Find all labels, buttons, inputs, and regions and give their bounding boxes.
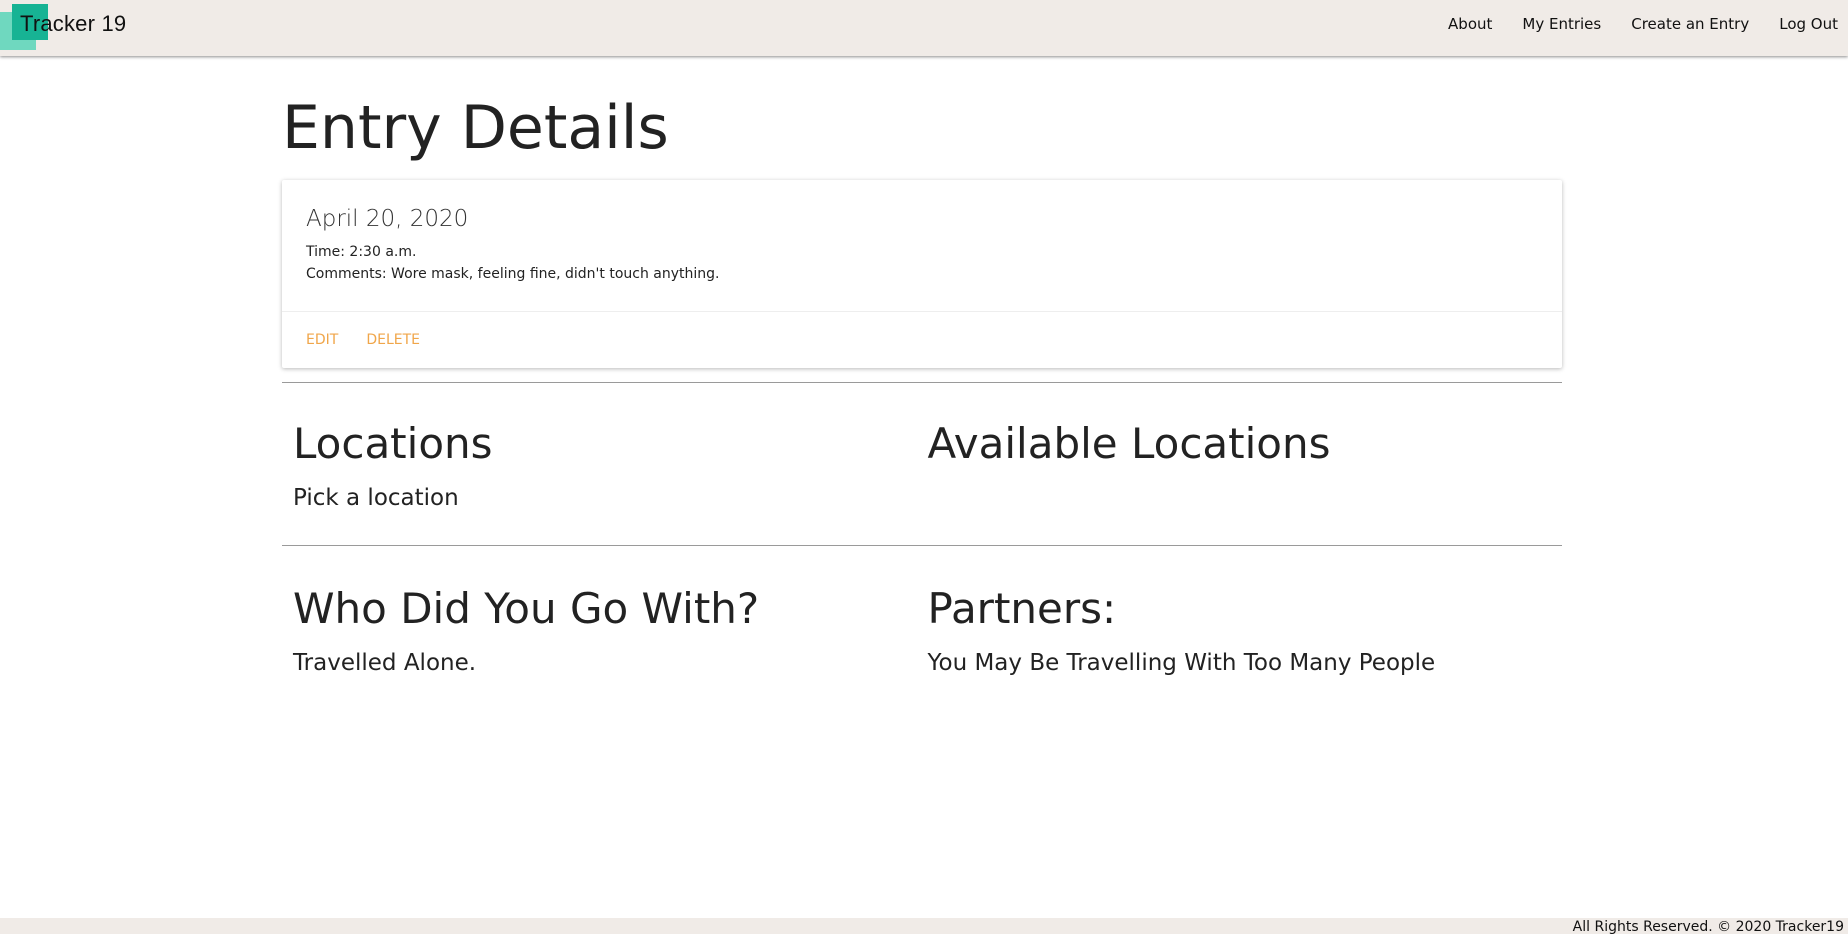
partners-warning-text: You May Be Travelling With Too Many Peop… (927, 650, 1436, 676)
entry-date: April 20, 2020 (306, 206, 469, 232)
partners-column: Partners: You May Be Travelling With Too… (927, 584, 1563, 677)
entry-time: Time: 2:30 a.m. (306, 244, 417, 260)
brand-name[interactable]: Tracker 19 (20, 11, 126, 37)
nav-link-create-entry[interactable]: Create an Entry (1631, 15, 1749, 33)
page-title: Entry Details (282, 93, 669, 163)
who-did-you-go-with-column: Who Did You Go With? Travelled Alone. (293, 584, 928, 677)
delete-button[interactable]: DELETE (366, 332, 420, 348)
nav-link-log-out[interactable]: Log Out (1779, 15, 1838, 33)
travelled-alone-text: Travelled Alone. (293, 650, 477, 676)
pick-location-text: Pick a location (293, 485, 459, 511)
entry-card: April 20, 2020 Time: 2:30 a.m. Comments:… (282, 180, 1562, 368)
edit-button[interactable]: EDIT (306, 332, 338, 348)
nav-link-my-entries[interactable]: My Entries (1522, 15, 1601, 33)
available-locations-heading: Available Locations (927, 419, 1331, 468)
nav-link-about[interactable]: About (1448, 15, 1492, 33)
who-did-you-go-with-heading: Who Did You Go With? (293, 584, 760, 633)
entry-card-content: April 20, 2020 Time: 2:30 a.m. Comments:… (282, 180, 1562, 312)
footer-copyright: All Rights Reserved. © 2020 Tracker19 (1572, 919, 1844, 935)
navbar: Tracker 19 About My Entries Create an En… (0, 0, 1848, 56)
partners-heading: Partners: (927, 584, 1117, 633)
entry-card-actions: EDIT DELETE (282, 312, 1562, 368)
entry-comments: Comments: Wore mask, feeling fine, didn'… (306, 266, 720, 282)
locations-column: Locations Pick a location (293, 423, 928, 545)
locations-heading: Locations (293, 419, 493, 468)
available-locations-column: Available Locations (928, 423, 1563, 545)
footer: All Rights Reserved. © 2020 Tracker19 (0, 918, 1848, 935)
nav-links: About My Entries Create an Entry Log Out (1448, 0, 1848, 48)
divider (282, 545, 1562, 546)
partners-row: Who Did You Go With? Travelled Alone. Pa… (282, 584, 1563, 677)
divider (282, 382, 1562, 383)
main-content: Entry Details April 20, 2020 Time: 2:30 … (282, 56, 1562, 676)
locations-row: Locations Pick a location Available Loca… (282, 423, 1562, 545)
